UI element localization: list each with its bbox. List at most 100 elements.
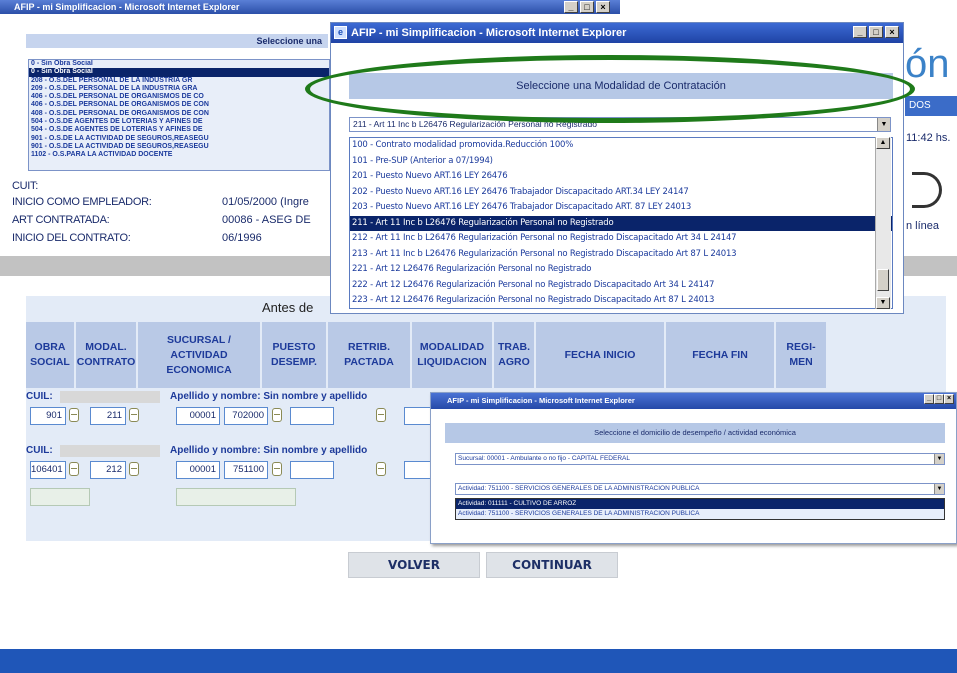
- list-item[interactable]: 213 - Art 11 Inc b L26476 Regularización…: [350, 247, 892, 263]
- cuit-label: CUIT:: [12, 180, 39, 192]
- scroll-thumb[interactable]: [877, 269, 889, 291]
- obra-social-field[interactable]: 901: [30, 407, 66, 425]
- art-value: 00086 - ASEG DE: [222, 214, 311, 226]
- modal-field[interactable]: 212: [90, 461, 126, 479]
- equals-icon[interactable]: [272, 462, 282, 476]
- sucursal-field[interactable]: 00001: [176, 407, 220, 425]
- close-icon[interactable]: ×: [944, 394, 954, 404]
- list-item[interactable]: 208 - O.S.DEL PERSONAL DE LA INDUSTRIA G…: [29, 77, 329, 85]
- header-sucursal: SUCURSAL / ACTIVIDAD ECONOMICA: [138, 322, 260, 388]
- table-row: 901 211 00001 702000: [26, 403, 446, 431]
- close-icon[interactable]: ×: [596, 1, 610, 13]
- modalidad-popup-titlebar: e AFIP - mi Simplificacion - Microsoft I…: [331, 23, 903, 43]
- domicilio-popup-title: AFIP - mi Simplificacion - Microsoft Int…: [447, 396, 635, 405]
- cuil-value-redacted: [60, 445, 160, 457]
- equals-icon[interactable]: [129, 408, 139, 422]
- chevron-down-icon[interactable]: ▼: [934, 484, 944, 494]
- list-item[interactable]: 202 - Puesto Nuevo ART.16 LEY 26476 Trab…: [350, 185, 892, 201]
- list-item[interactable]: 1102 - O.S.PARA LA ACTIVIDAD DOCENTE: [29, 151, 329, 159]
- continuar-button[interactable]: CONTINUAR: [486, 552, 618, 578]
- clock-text: 11:42 hs.: [906, 132, 951, 144]
- scrollbar[interactable]: ▲ ▼: [875, 137, 891, 309]
- chevron-down-icon[interactable]: ▼: [877, 118, 890, 131]
- bg-window-titlebar: AFIP - mi Simplificacion - Microsoft Int…: [0, 0, 620, 14]
- table-row: 106401 212 00001 751100: [26, 457, 446, 485]
- list-item[interactable]: Actividad: 011111 - CULTIVO DE ARROZ: [456, 499, 944, 509]
- sucursal-field[interactable]: 00001: [176, 461, 220, 479]
- list-item[interactable]: 406 - O.S.DEL PERSONAL DE ORGANISMOS DE …: [29, 93, 329, 101]
- footer-bar: [0, 649, 957, 673]
- list-item[interactable]: 408 - O.S.DEL PERSONAL DE ORGANISMOS DE …: [29, 110, 329, 118]
- list-item[interactable]: 203 - Puesto Nuevo ART.16 LEY 26476 Trab…: [350, 200, 892, 216]
- minimize-icon[interactable]: _: [564, 1, 578, 13]
- list-item[interactable]: 221 - Art 12 L26476 Regularización Perso…: [350, 262, 892, 278]
- header-obra-social: OBRA SOCIAL: [26, 322, 74, 388]
- equals-icon[interactable]: [272, 408, 282, 422]
- art-label: ART CONTRATADA:: [12, 214, 110, 226]
- list-item[interactable]: 209 - O.S.DEL PERSONAL DE LA INDUSTRIA G…: [29, 85, 329, 93]
- table-header: OBRA SOCIAL MODAL. CONTRATO SUCURSAL / A…: [26, 322, 946, 388]
- list-item[interactable]: 222 - Art 12 L26476 Regularización Perso…: [350, 278, 892, 294]
- modal-field[interactable]: 211: [90, 407, 126, 425]
- list-item[interactable]: 504 - O.S.DE AGENTES DE LOTERIAS Y AFINE…: [29, 118, 329, 126]
- actividad-field[interactable]: 751100: [224, 461, 268, 479]
- close-icon[interactable]: ×: [885, 26, 899, 38]
- header-fecha-inicio: FECHA INICIO: [536, 322, 664, 388]
- list-item[interactable]: 901 - O.S.DE LA ACTIVIDAD DE SEGUROS,REA…: [29, 143, 329, 151]
- cuil-value-redacted: [60, 391, 160, 403]
- sucursal-selected-value: Sucursal: 00001 - Ambulante o no fijo - …: [458, 455, 630, 462]
- highlight-ellipse: [305, 55, 915, 123]
- list-item[interactable]: 100 - Contrato modalidad promovida.Reduc…: [350, 138, 892, 154]
- ie-icon: e: [334, 26, 347, 39]
- list-item[interactable]: 406 - O.S.DEL PERSONAL DE ORGANISMOS DE …: [29, 101, 329, 109]
- table-caption: Antes de: [262, 300, 314, 315]
- actividad-selected-value: Actividad: 751100 - SERVICIOS GENERALES …: [458, 485, 700, 492]
- actividad-field[interactable]: 702000: [224, 407, 268, 425]
- obra-social-field[interactable]: 106401: [30, 461, 66, 479]
- list-item[interactable]: 201 - Puesto Nuevo ART.16 LEY 26476: [350, 169, 892, 185]
- header-puesto: PUESTO DESEMP.: [262, 322, 326, 388]
- scroll-down-icon[interactable]: ▼: [876, 297, 890, 309]
- scroll-up-icon[interactable]: ▲: [876, 137, 890, 149]
- header-regimen: REGI-MEN: [776, 322, 826, 388]
- list-item[interactable]: 901 - O.S.DE LA ACTIVIDAD DE SEGUROS,REA…: [29, 135, 329, 143]
- equals-icon[interactable]: [69, 408, 79, 422]
- obra-social-header: Seleccione una: [26, 34, 328, 48]
- list-item[interactable]: 101 - Pre-SUP (Anterior a 07/1994): [350, 154, 892, 170]
- list-item[interactable]: 504 - O.S.DE AGENTES DE LOTERIAS Y AFINE…: [29, 126, 329, 134]
- maximize-icon[interactable]: □: [580, 1, 594, 13]
- equals-icon[interactable]: [376, 462, 386, 476]
- empty-cell: [30, 488, 90, 506]
- list-item[interactable]: 0 - Sin Obra Social: [29, 60, 329, 68]
- puesto-field[interactable]: [290, 461, 334, 479]
- list-item[interactable]: Actividad: 751100 - SERVICIOS GENERALES …: [456, 509, 944, 519]
- domicilio-popup-titlebar: AFIP - mi Simplificacion - Microsoft Int…: [431, 393, 956, 409]
- volver-button[interactable]: VOLVER: [348, 552, 480, 578]
- header-trab-agro: TRAB. AGRO: [494, 322, 534, 388]
- nav-bar: DOS: [905, 96, 957, 116]
- maximize-icon[interactable]: □: [869, 26, 883, 38]
- en-linea-text: n línea: [906, 220, 940, 232]
- list-item[interactable]: 211 - Art 11 Inc b L26476 Regularización…: [350, 215, 892, 231]
- inicio-empleador-label: INICIO COMO EMPLEADOR:: [12, 196, 152, 208]
- equals-icon[interactable]: [376, 408, 386, 422]
- circle-icon: [912, 172, 942, 208]
- equals-icon[interactable]: [129, 462, 139, 476]
- logo-text: ón: [905, 42, 950, 86]
- header-modalidad-liq: MODALIDAD LIQUIDACION: [412, 322, 492, 388]
- list-item[interactable]: 0 - Sin Obra Social: [29, 68, 329, 77]
- list-item[interactable]: 223 - Art 12 L26476 Regularización Perso…: [350, 293, 892, 308]
- sucursal-select[interactable]: Sucursal: 00001 - Ambulante o no fijo - …: [455, 453, 945, 465]
- actividad-select[interactable]: Actividad: 751100 - SERVICIOS GENERALES …: [455, 483, 945, 495]
- modalidad-options-list[interactable]: 100 - Contrato modalidad promovida.Reduc…: [349, 137, 893, 309]
- maximize-icon[interactable]: □: [934, 394, 944, 404]
- minimize-icon[interactable]: _: [924, 394, 934, 404]
- list-item[interactable]: 212 - Art 11 Inc b L26476 Regularización…: [350, 231, 892, 247]
- obra-social-list[interactable]: 0 - Sin Obra Social 0 - Sin Obra Social 20…: [28, 59, 330, 171]
- minimize-icon[interactable]: _: [853, 26, 867, 38]
- equals-icon[interactable]: [69, 462, 79, 476]
- puesto-field[interactable]: [290, 407, 334, 425]
- domicilio-popup-window: AFIP - mi Simplificacion - Microsoft Int…: [430, 392, 957, 544]
- chevron-down-icon[interactable]: ▼: [934, 454, 944, 464]
- actividad-options-list[interactable]: Actividad: 011111 - CULTIVO DE ARROZ Act…: [455, 498, 945, 520]
